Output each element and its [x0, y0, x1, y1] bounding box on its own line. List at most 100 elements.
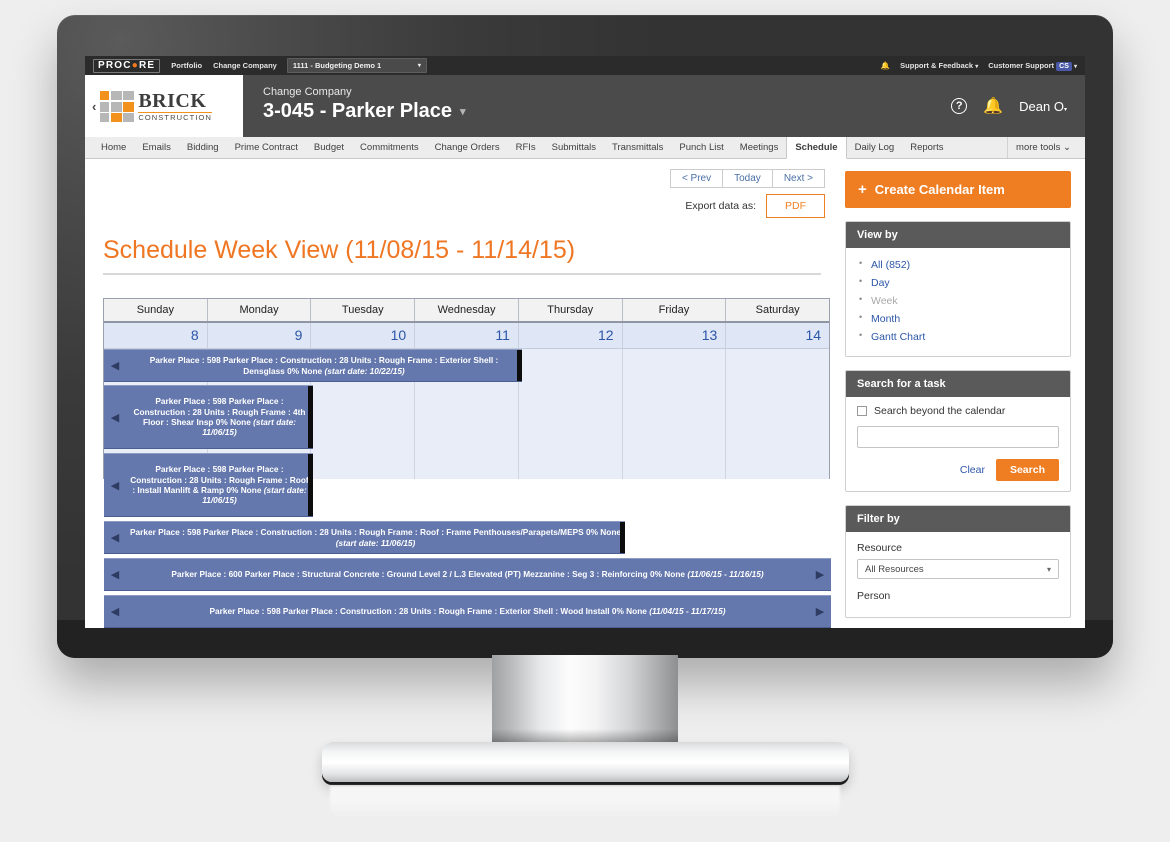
support-feedback-menu[interactable]: Support & Feedback ▾: [900, 61, 978, 70]
notifications-bell-icon[interactable]: 🔔: [983, 96, 1003, 116]
calendar-event-label: Parker Place : 600 Parker Place : Struct…: [171, 569, 764, 580]
calendar-event[interactable]: ◀ Parker Place : 600 Parker Place : Struc…: [104, 558, 831, 591]
calendar-week-view: Sunday Monday Tuesday Wednesday Thursday Frid…: [103, 298, 831, 628]
calendar-day-number[interactable]: 11: [415, 323, 519, 348]
calendar-event[interactable]: ◀ Parker Place : 598 Parker Place : Const…: [104, 453, 313, 517]
nav-portfolio[interactable]: Portfolio: [171, 61, 202, 70]
project-header: ‹ BRICK CONSTRUCTION Change Company 3-04…: [85, 75, 1085, 137]
search-button[interactable]: Search: [995, 459, 1059, 481]
calendar-day-number[interactable]: 12: [519, 323, 623, 348]
calendar-day-number-row: 8 9 10 11 12 13 14: [104, 323, 829, 349]
calendar-day-name: Saturday: [755, 304, 800, 316]
chevron-down-icon: ▾: [1073, 64, 1077, 70]
global-bar-right: 🔔 Support & Feedback ▾ Customer Support …: [881, 61, 1077, 71]
search-beyond-calendar-row[interactable]: Search beyond the calendar: [857, 405, 1059, 417]
tab-meetings[interactable]: Meetings: [732, 137, 787, 158]
calendar-day-number[interactable]: 14: [726, 323, 829, 348]
calendar-event-label: Parker Place : 598 Parker Place : Constr…: [149, 355, 499, 376]
calendar-day-number[interactable]: 8: [104, 323, 208, 348]
search-beyond-calendar-label: Search beyond the calendar: [874, 405, 1006, 417]
company-select[interactable]: 1111 - Budgeting Demo 1 ▾: [286, 58, 427, 73]
today-button[interactable]: Today: [722, 169, 773, 188]
calendar-event[interactable]: ◀ Parker Place : 598 Parker Place : Const…: [104, 385, 313, 449]
calendar-event[interactable]: ◀ Parker Place : 598 Parker Place : Const…: [104, 595, 831, 628]
project-header-actions: ? 🔔 Dean O▾: [951, 75, 1085, 137]
resource-select[interactable]: All Resources ▾: [857, 559, 1059, 579]
tab-rfis[interactable]: RFIs: [508, 137, 544, 158]
collapse-sidebar-icon[interactable]: ‹: [92, 99, 96, 114]
plus-icon: +: [858, 181, 867, 198]
tab-reports[interactable]: Reports: [902, 137, 951, 158]
tab-change-orders[interactable]: Change Orders: [427, 137, 508, 158]
procore-logo[interactable]: PROC ● RE: [93, 58, 161, 73]
title-divider: [103, 273, 821, 275]
page-title: Schedule Week View (11/08/15 - 11/14/15): [103, 236, 576, 264]
event-continues-left-icon: ◀: [110, 411, 120, 424]
search-task-input[interactable]: [857, 426, 1059, 448]
event-continues-right-icon: ▶: [815, 569, 825, 581]
calendar-event-label: Parker Place : 598 Parker Place : Constr…: [129, 527, 622, 548]
tab-prime-contract[interactable]: Prime Contract: [227, 137, 306, 158]
project-title-select[interactable]: 3-045 - Parker Place ▾: [263, 100, 951, 123]
brick-logo-sub: CONSTRUCTION: [138, 113, 212, 122]
view-by-body: All (852)DayWeekMonthGantt Chart: [846, 248, 1070, 356]
calendar-day-name: Sunday: [104, 299, 208, 321]
change-company-label[interactable]: Change Company: [263, 86, 951, 98]
tab-home[interactable]: Home: [93, 137, 134, 158]
schedule-toolbar: < Prev Today Next > Export data as: PDF: [103, 169, 837, 218]
search-beyond-calendar-checkbox[interactable]: [857, 406, 867, 416]
tab-submittals[interactable]: Submittals: [544, 137, 604, 158]
next-button[interactable]: Next >: [771, 169, 825, 188]
view-by-list: All (852)DayWeekMonthGantt Chart: [857, 256, 1059, 346]
nav-change-company[interactable]: Change Company: [213, 61, 277, 70]
tab-bidding[interactable]: Bidding: [179, 137, 227, 158]
view-by-item-month[interactable]: Month: [857, 310, 1059, 328]
calendar-day-number[interactable]: 10: [311, 323, 416, 348]
chevron-down-icon: ▾: [1063, 106, 1067, 113]
event-end-cap: [517, 350, 522, 381]
right-sidebar: + Create Calendar Item View by All (852)…: [837, 159, 1085, 628]
clear-link[interactable]: Clear: [960, 464, 985, 476]
tab-punch-list[interactable]: Punch List: [671, 137, 731, 158]
week-nav-group: < Prev Today Next >: [669, 169, 825, 188]
tab-schedule[interactable]: Schedule: [786, 137, 847, 159]
monitor-stand-base: [322, 742, 849, 782]
search-task-panel: Search for a task Search beyond the cale…: [845, 370, 1071, 492]
help-icon[interactable]: ?: [951, 98, 968, 114]
calendar-day-number[interactable]: 13: [623, 323, 727, 348]
view-by-item-day[interactable]: Day: [857, 274, 1059, 292]
view-by-item-week[interactable]: Week: [857, 292, 1059, 310]
user-menu[interactable]: Dean O▾: [1019, 99, 1067, 114]
chevron-down-icon: ▾: [1046, 564, 1051, 574]
tab-budget[interactable]: Budget: [306, 137, 352, 158]
more-tools-menu[interactable]: more tools ⌄: [1007, 137, 1085, 158]
project-meta: Change Company 3-045 - Parker Place ▾: [243, 75, 951, 137]
customer-support-menu[interactable]: Customer Support CS ▾: [988, 61, 1077, 71]
calendar-day-number[interactable]: 9: [208, 323, 312, 348]
user-name-label: Dean O: [1019, 98, 1064, 114]
calendar-event-list: ◀ Parker Place : 598 Parker Place : Const…: [104, 349, 831, 628]
calendar-event[interactable]: ◀ Parker Place : 598 Parker Place : Const…: [104, 349, 522, 382]
tab-commitments[interactable]: Commitments: [352, 137, 427, 158]
view-by-item-all-852-[interactable]: All (852): [857, 256, 1059, 274]
tab-transmittals[interactable]: Transmittals: [604, 137, 671, 158]
filter-by-body: Resource All Resources ▾ Person: [846, 532, 1070, 617]
chevron-down-icon: ▾: [460, 106, 466, 118]
project-title: 3-045 - Parker Place: [263, 100, 453, 122]
calendar-event[interactable]: ◀ Parker Place : 598 Parker Place : Const…: [104, 521, 625, 554]
calendar-events-area: ◀ Parker Place : 598 Parker Place : Const…: [104, 349, 831, 628]
procore-logo-post: RE: [138, 59, 156, 71]
event-end-cap: [620, 522, 625, 553]
global-bell-icon[interactable]: 🔔: [881, 61, 890, 70]
cs-badge: CS: [1056, 62, 1072, 71]
calendar-event-label: Parker Place : 598 Parker Place : Constr…: [130, 464, 309, 506]
search-actions: Clear Search: [857, 459, 1059, 481]
export-pdf-button[interactable]: PDF: [766, 194, 825, 218]
tab-daily-log[interactable]: Daily Log: [847, 137, 903, 158]
resource-label: Resource: [857, 542, 902, 554]
prev-button[interactable]: < Prev: [669, 169, 724, 188]
tab-emails[interactable]: Emails: [134, 137, 179, 158]
view-by-item-gantt-chart[interactable]: Gantt Chart: [857, 328, 1059, 346]
create-calendar-item-button[interactable]: + Create Calendar Item: [845, 171, 1071, 208]
view-by-title: View by: [846, 222, 1070, 248]
